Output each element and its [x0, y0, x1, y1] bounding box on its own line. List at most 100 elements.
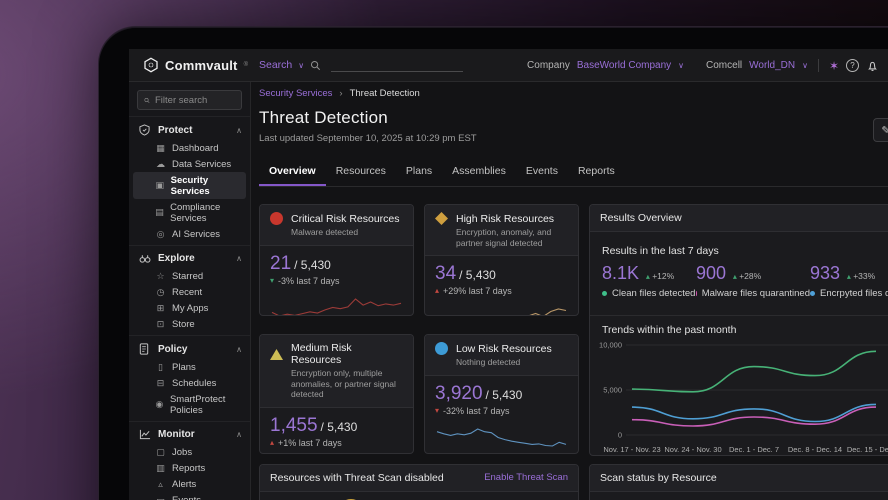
- stat-value: 900: [696, 263, 726, 283]
- breadcrumb-parent[interactable]: Security Services: [259, 88, 332, 99]
- enable-threat-scan-link[interactable]: Enable Threat Scan: [484, 472, 568, 483]
- medium-risk-icon: [270, 348, 283, 360]
- search-icon: [144, 96, 150, 105]
- chevron-down-icon[interactable]: ∨: [678, 61, 684, 70]
- sidebar-section-header-protect[interactable]: Protect ∧: [129, 120, 250, 140]
- tab-plans[interactable]: Plans: [396, 160, 442, 186]
- stat-encrypted-files: 933 ▴ +33% Encrpyted files quarantined: [810, 263, 888, 299]
- stat-value: 933: [810, 263, 840, 283]
- item-label: Reports: [172, 463, 205, 474]
- sidebar-item-ai-services[interactable]: ◎ AI Services: [129, 226, 250, 242]
- sidebar-section-header-explore[interactable]: Explore ∧: [129, 249, 250, 268]
- sidebar-item-plans[interactable]: ▯ Plans: [129, 359, 250, 375]
- medium-risk-header: Medium Risk Resources Encryption only, m…: [260, 335, 413, 408]
- sidebar-item-recent[interactable]: ◷ Recent: [129, 284, 250, 300]
- search-input[interactable]: [331, 58, 463, 72]
- pencil-icon: ✎: [881, 124, 888, 137]
- edit-button[interactable]: ✎: [873, 118, 888, 142]
- global-search: Search ∨: [259, 58, 463, 72]
- medium-count: 1,455: [270, 415, 318, 436]
- stat-value: 8.1K: [602, 263, 639, 283]
- item-label: Starred: [172, 271, 203, 282]
- comcell-select[interactable]: World_DN: [749, 60, 795, 71]
- tab-assemblies[interactable]: Assemblies: [442, 160, 516, 186]
- chevron-up-icon: ∧: [236, 126, 242, 135]
- item-label: Events: [172, 495, 201, 500]
- company-select[interactable]: BaseWorld Company: [577, 60, 671, 71]
- sidebar-item-events[interactable]: ▭ Events: [129, 492, 250, 500]
- svg-text:0: 0: [618, 431, 622, 440]
- trend-up-icon: ▴: [646, 272, 650, 281]
- svg-text:Dec. 8 - Dec. 14: Dec. 8 - Dec. 14: [788, 445, 842, 454]
- critical-total: / 5,430: [294, 258, 331, 272]
- laptop-bezel: Commvault ® Search ∨ Company BaseWorld C…: [98, 26, 888, 500]
- item-label: Recent: [172, 287, 202, 298]
- high-total: / 5,430: [459, 268, 496, 282]
- sidebar-item-data-services[interactable]: ☁ Data Services: [129, 156, 250, 172]
- sidebar-section-explore: Explore ∧ ☆ Starred ◷ Recent ⊞ My Apps ⊡…: [129, 245, 250, 335]
- security-shield-icon: ▣: [155, 180, 165, 191]
- dashboard-icon: ▦: [155, 143, 166, 154]
- chevron-down-icon[interactable]: ∨: [802, 61, 808, 70]
- stat-clean-files: 8.1K ▴ +12% Clean files detected: [602, 263, 696, 299]
- monitor-chart-icon: [139, 429, 151, 440]
- sidebar-section-header-monitor[interactable]: Monitor ∧: [129, 425, 250, 444]
- sidebar-item-my-apps[interactable]: ⊞ My Apps: [129, 300, 250, 316]
- critical-risk-header: Critical Risk Resources Malware detected: [260, 205, 413, 246]
- item-label: Compliance Services: [170, 202, 244, 224]
- sidebar-item-starred[interactable]: ☆ Starred: [129, 268, 250, 284]
- sidebar-item-compliance-services[interactable]: ▤ Compliance Services: [129, 199, 250, 226]
- page-subtitle: Last updated September 10, 2025 at 10:29…: [259, 133, 477, 144]
- high-risk-body: 34/ 5,430 ▴ +29% last 7 days: [425, 256, 578, 316]
- tab-reports[interactable]: Reports: [568, 160, 625, 186]
- trends-title: Trends within the past month: [602, 324, 736, 336]
- critical-risk-card: Critical Risk Resources Malware detected…: [259, 204, 414, 316]
- high-risk-header: High Risk Resources Encryption, anomaly,…: [425, 205, 578, 256]
- sidebar-filter[interactable]: [137, 90, 242, 110]
- card-subtitle: Nothing detected: [456, 357, 568, 368]
- search-icon: [310, 60, 321, 71]
- item-label: Schedules: [172, 378, 216, 389]
- star-icon: ☆: [155, 271, 166, 282]
- sidebar-item-smartprotect-policies[interactable]: ◉ SmartProtect Policies: [129, 391, 250, 418]
- stat-label: Malware files quarantined: [702, 288, 810, 299]
- help-icon[interactable]: ?: [846, 59, 859, 72]
- card-title: Critical Risk Resources: [291, 213, 400, 225]
- sidebar-item-schedules[interactable]: ⊟ Schedules: [129, 375, 250, 391]
- ai-sparkle-icon[interactable]: ✶: [829, 60, 839, 72]
- scan-status-panel: Scan status by Resource: [589, 464, 888, 500]
- commvault-logo: Commvault ®: [143, 57, 248, 73]
- sidebar-item-dashboard[interactable]: ▦ Dashboard: [129, 140, 250, 156]
- tab-resources[interactable]: Resources: [326, 160, 396, 186]
- legend-dot: [696, 291, 697, 296]
- card-title: High Risk Resources: [456, 213, 554, 225]
- trend-up-icon: ▴: [270, 439, 274, 447]
- filter-search-input[interactable]: [155, 95, 235, 106]
- policy-book-icon: [139, 343, 151, 355]
- sidebar-item-jobs[interactable]: ▢ Jobs: [129, 444, 250, 460]
- sidebar-item-reports[interactable]: ▥ Reports: [129, 460, 250, 476]
- ai-icon: ◎: [155, 229, 166, 240]
- sidebar-item-alerts[interactable]: ▵ Alerts: [129, 476, 250, 492]
- tab-overview[interactable]: Overview: [259, 160, 326, 186]
- page-title: Threat Detection: [259, 108, 388, 128]
- svg-text:5,000: 5,000: [603, 386, 622, 395]
- sidebar-item-store[interactable]: ⊡ Store: [129, 316, 250, 332]
- sidebar-item-security-services[interactable]: ▣ Security Services: [133, 172, 246, 199]
- notifications-bell-icon[interactable]: [866, 59, 879, 72]
- card-subtitle: Encryption only, multiple anomalies, or …: [291, 368, 403, 400]
- delta-text: +29% last 7 days: [443, 286, 512, 296]
- alert-icon: ▵: [155, 479, 166, 490]
- tab-events[interactable]: Events: [516, 160, 568, 186]
- sidebar-section-header-policy[interactable]: Policy ∧: [129, 339, 250, 359]
- critical-delta: ▾ -3% last 7 days: [270, 276, 403, 286]
- commvault-hexagon-icon: [143, 57, 159, 73]
- section-label: Protect: [158, 125, 229, 136]
- chevron-down-icon[interactable]: ∨: [298, 61, 304, 70]
- stat-delta: +33%: [853, 271, 875, 281]
- high-count: 34: [435, 263, 456, 284]
- compliance-icon: ▤: [155, 207, 164, 218]
- search-scope-label[interactable]: Search: [259, 59, 292, 71]
- panel-title: Resources with Threat Scan disabled: [270, 472, 444, 484]
- delta-text: -32% last 7 days: [443, 406, 510, 416]
